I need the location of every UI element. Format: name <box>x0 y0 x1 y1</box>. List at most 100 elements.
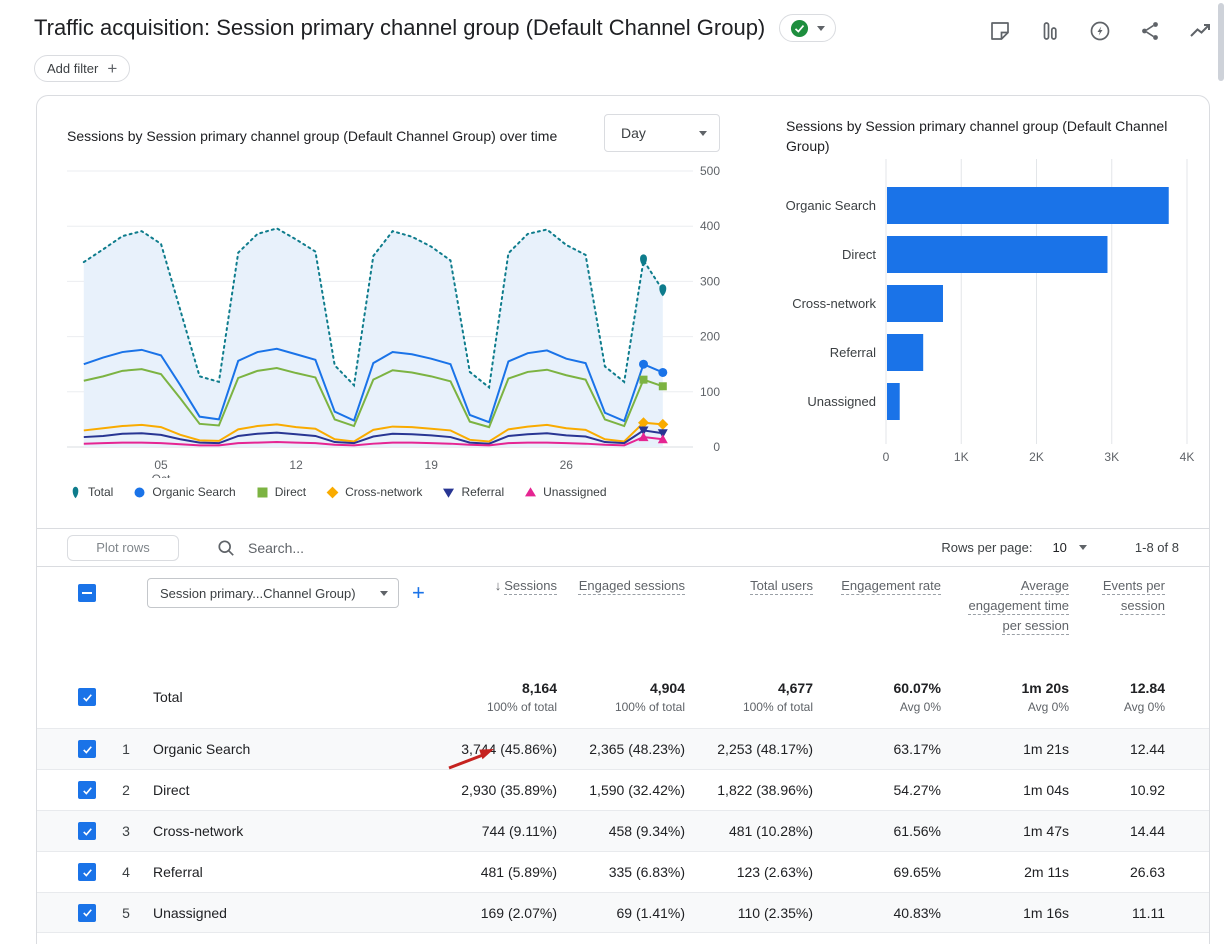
cross-network-marker-icon <box>326 486 339 499</box>
cell-engaged-sessions: 458 (9.34%) <box>577 823 705 839</box>
row-checkbox-organic-search[interactable] <box>78 740 96 758</box>
legend-label: Direct <box>275 485 306 499</box>
granularity-value: Day <box>621 125 646 141</box>
page-title: Traffic acquisition: Session primary cha… <box>34 15 765 41</box>
cell-total-users: 2,253 (48.17%) <box>705 741 833 757</box>
table-row-direct[interactable]: 2Direct2,930 (35.89%)1,590 (32.42%)1,822… <box>37 769 1209 810</box>
cell-total-users: 110 (2.35%) <box>705 905 833 921</box>
svg-text:Organic Search: Organic Search <box>786 198 876 213</box>
svg-text:19: 19 <box>425 458 439 472</box>
cell-sessions: 169 (2.07%) <box>431 905 577 921</box>
share-icon[interactable] <box>1138 19 1162 43</box>
cell-events-per-session: 12.44 <box>1089 741 1185 757</box>
table-row-referral[interactable]: 4Referral481 (5.89%)335 (6.83%)123 (2.63… <box>37 851 1209 892</box>
cell-average-engagement-time-per-session: 1m 21s <box>961 741 1089 757</box>
legend-label: Referral <box>461 485 504 499</box>
cell-total-users: 123 (2.63%) <box>705 864 833 880</box>
unassigned-marker-icon <box>524 486 537 499</box>
chart-legend: TotalOrganic SearchDirectCross-networkRe… <box>69 485 607 499</box>
cell-total-users: 1,822 (38.96%) <box>705 782 833 798</box>
channel-name: Direct <box>143 782 431 798</box>
check-icon <box>81 906 94 919</box>
cell-engagement-rate: 54.27% <box>833 782 961 798</box>
check-icon <box>81 866 94 879</box>
legend-item-referral: Referral <box>442 485 504 499</box>
plus-icon: + <box>107 60 117 77</box>
svg-text:12: 12 <box>289 458 303 472</box>
add-filter-label: Add filter <box>47 61 98 76</box>
svg-text:0: 0 <box>713 440 720 454</box>
channel-name: Cross-network <box>143 823 431 839</box>
svg-text:Direct: Direct <box>842 247 876 262</box>
legend-label: Cross-network <box>345 485 422 499</box>
scrollbar-thumb[interactable] <box>1218 3 1224 81</box>
notes-icon[interactable] <box>988 19 1012 43</box>
granularity-select[interactable]: Day <box>604 114 720 152</box>
svg-text:1K: 1K <box>954 450 969 464</box>
column-header-total-users[interactable]: Total users <box>705 566 833 596</box>
legend-item-unassigned: Unassigned <box>524 485 606 499</box>
cell-sessions: 481 (5.89%) <box>431 864 577 880</box>
svg-text:500: 500 <box>700 164 720 178</box>
table-toolbar: Plot rows Rows per page: 10 1-8 of 8 <box>37 528 1209 567</box>
svg-text:3K: 3K <box>1104 450 1119 464</box>
select-all-checkbox[interactable] <box>78 584 96 602</box>
cell-engagement-rate: 61.56% <box>833 823 961 839</box>
search-input[interactable] <box>248 540 568 556</box>
add-filter-button[interactable]: Add filter + <box>34 55 130 82</box>
row-checkbox-referral[interactable] <box>78 863 96 881</box>
total-events-per-session: 12.84Avg 0% <box>1089 680 1185 714</box>
chevron-down-icon <box>380 591 388 596</box>
cell-average-engagement-time-per-session: 2m 11s <box>961 864 1089 880</box>
row-number: 4 <box>109 864 143 880</box>
svg-text:100: 100 <box>700 385 720 399</box>
row-number: 2 <box>109 782 143 798</box>
legend-label: Organic Search <box>152 485 235 499</box>
dimension-selector[interactable]: Session primary...Channel Group) <box>147 578 399 608</box>
svg-text:4K: 4K <box>1180 450 1195 464</box>
rows-per-page-select[interactable]: 10 <box>1052 540 1086 555</box>
table-body: 1Organic Search3,744 (45.86%)2,365 (48.2… <box>37 728 1209 933</box>
table-row-organic-search[interactable]: 1Organic Search3,744 (45.86%)2,365 (48.2… <box>37 728 1209 769</box>
indeterminate-icon <box>82 592 92 594</box>
customize-report-icon[interactable] <box>1188 19 1212 43</box>
check-icon <box>81 691 94 704</box>
select-total-checkbox[interactable] <box>78 688 96 706</box>
cell-average-engagement-time-per-session: 1m 47s <box>961 823 1089 839</box>
table-row-unassigned[interactable]: 5Unassigned169 (2.07%)69 (1.41%)110 (2.3… <box>37 892 1209 933</box>
svg-text:Cross-network: Cross-network <box>792 296 876 311</box>
column-header-engagement-rate[interactable]: Engagement rate <box>833 566 961 596</box>
edit-comparisons-icon[interactable] <box>1038 19 1062 43</box>
row-checkbox-direct[interactable] <box>78 781 96 799</box>
cell-average-engagement-time-per-session: 1m 04s <box>961 782 1089 798</box>
svg-text:400: 400 <box>700 219 720 233</box>
column-header-average-engagement-time-per-session[interactable]: Average engagement time per session <box>961 566 1089 636</box>
column-header-sessions[interactable]: ↓Sessions <box>431 566 577 596</box>
svg-text:05Oct: 05Oct <box>152 458 171 478</box>
rows-per-page-value: 10 <box>1052 540 1066 555</box>
pagination-range: 1-8 of 8 <box>1135 540 1179 555</box>
row-checkbox-unassigned[interactable] <box>78 904 96 922</box>
column-header-engaged-sessions[interactable]: Engaged sessions <box>577 566 705 596</box>
plot-rows-button[interactable]: Plot rows <box>67 535 179 561</box>
column-header-events-per-session[interactable]: Events per session <box>1089 566 1185 616</box>
direct-marker-icon <box>256 486 269 499</box>
table-row-cross-network[interactable]: 3Cross-network744 (9.11%)458 (9.34%)481 … <box>37 810 1209 851</box>
cell-events-per-session: 14.44 <box>1089 823 1185 839</box>
sessions-over-time-chart: 010020030040050005Oct121926 <box>65 156 725 478</box>
total-engagement-rate: 60.07%Avg 0% <box>833 680 961 714</box>
total-marker-icon <box>69 486 82 499</box>
legend-item-organic-search: Organic Search <box>133 485 235 499</box>
row-checkbox-cross-network[interactable] <box>78 822 96 840</box>
cell-sessions: 3,744 (45.86%) <box>431 741 577 757</box>
data-quality-badge[interactable] <box>779 14 836 42</box>
cell-events-per-session: 26.63 <box>1089 864 1185 880</box>
insights-icon[interactable] <box>1088 19 1112 43</box>
channel-name: Referral <box>143 864 431 880</box>
cell-events-per-session: 10.92 <box>1089 782 1185 798</box>
add-dimension-button[interactable]: + <box>412 582 425 604</box>
referral-marker-icon <box>442 486 455 499</box>
cell-average-engagement-time-per-session: 1m 16s <box>961 905 1089 921</box>
scrollbar[interactable] <box>1216 0 1226 944</box>
svg-text:2K: 2K <box>1029 450 1044 464</box>
